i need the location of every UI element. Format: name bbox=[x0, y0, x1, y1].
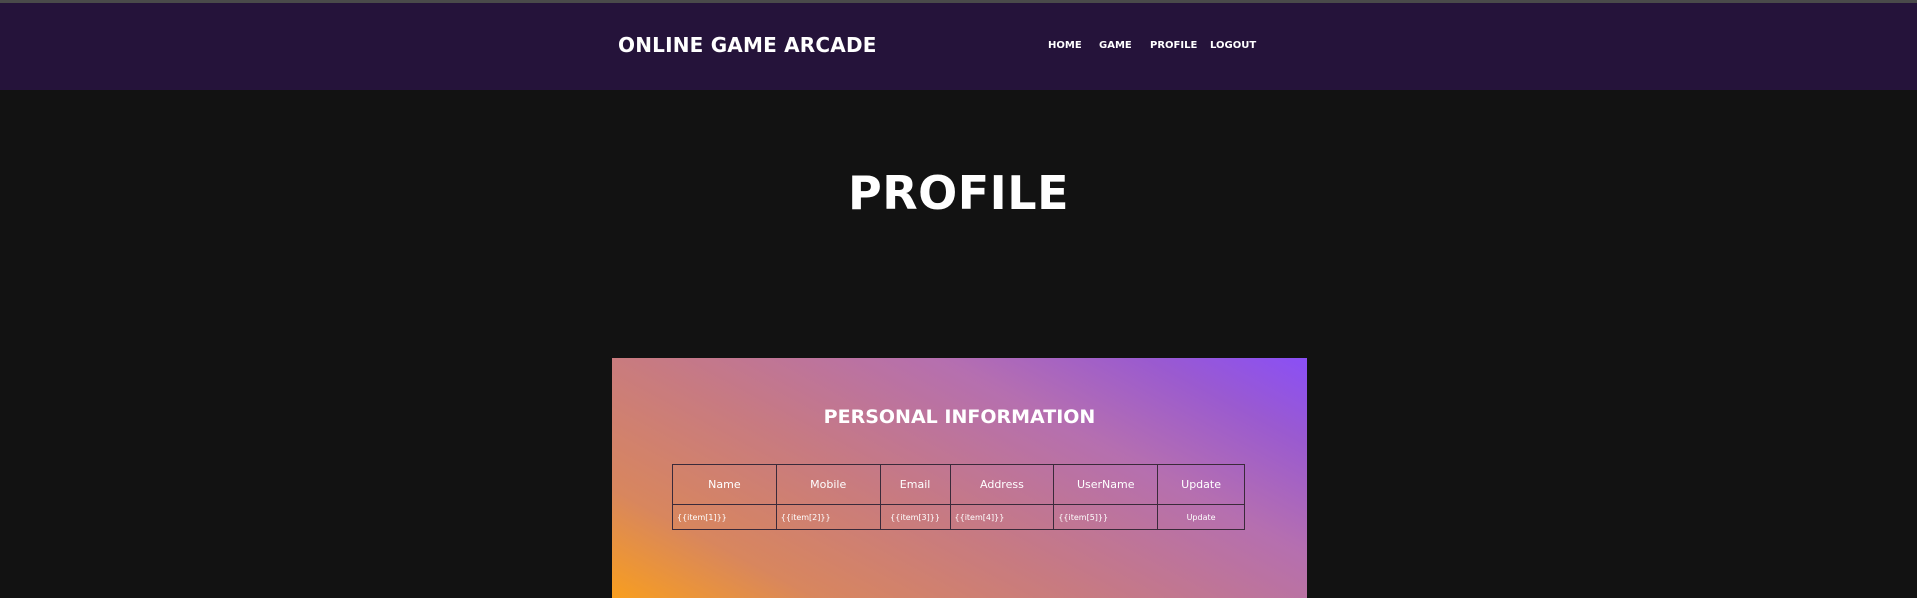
table-row: {{item[1]}} {{item[2]}} {{item[3]}} {{it… bbox=[672, 504, 1245, 530]
header-email: Email bbox=[879, 464, 951, 505]
header-address: Address bbox=[949, 464, 1055, 505]
header-update: Update bbox=[1157, 464, 1245, 505]
table-header-row: Name Mobile Email Address UserName Updat… bbox=[672, 464, 1245, 505]
personal-info-card: PERSONAL INFORMATION Name Mobile Email A… bbox=[612, 358, 1307, 598]
header-name: Name bbox=[672, 464, 777, 505]
cell-name: {{item[1]}} bbox=[672, 504, 777, 530]
cell-mobile: {{item[2]}} bbox=[775, 504, 881, 530]
cell-email: {{item[3]}} bbox=[879, 504, 951, 530]
cell-address: {{item[4]}} bbox=[949, 504, 1055, 530]
update-button[interactable]: Update bbox=[1187, 513, 1216, 522]
personal-info-table: Name Mobile Email Address UserName Updat… bbox=[672, 464, 1245, 530]
nav-game-link[interactable]: GAME bbox=[1099, 40, 1132, 51]
nav-home-link[interactable]: HOME bbox=[1048, 40, 1082, 51]
page-title: PROFILE bbox=[847, 166, 1069, 220]
header-mobile: Mobile bbox=[775, 464, 881, 505]
cell-update: Update bbox=[1157, 504, 1245, 530]
header-username: UserName bbox=[1053, 464, 1159, 505]
nav-profile-link[interactable]: PROFILE bbox=[1150, 40, 1197, 51]
nav-logout-link[interactable]: LOGOUT bbox=[1210, 40, 1256, 51]
nav-menu: HOME GAME PROFILE LOGOUT bbox=[0, 40, 1917, 54]
card-title: PERSONAL INFORMATION bbox=[823, 406, 1096, 428]
cell-username: {{item[5]}} bbox=[1053, 504, 1159, 530]
